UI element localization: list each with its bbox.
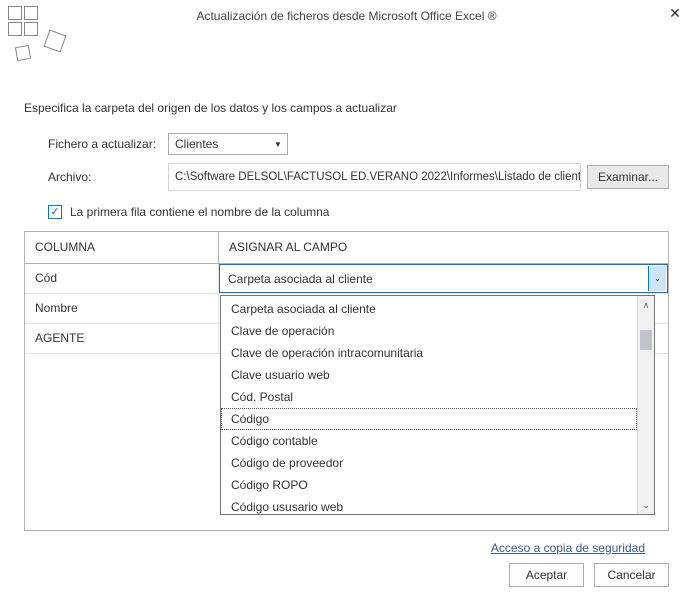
close-icon: ✕ bbox=[669, 5, 681, 22]
grid-header: COLUMNA ASIGNAR AL CAMPO bbox=[25, 232, 668, 264]
cell-asignar[interactable]: Carpeta asociada al cliente ⌄ bbox=[219, 264, 668, 293]
titlebar: Actualización de ficheros desde Microsof… bbox=[0, 0, 693, 32]
table-row[interactable]: Cód Carpeta asociada al cliente ⌄ bbox=[25, 264, 668, 294]
scroll-up-icon[interactable]: ʌ bbox=[638, 296, 654, 313]
file-to-update-value: Clientes bbox=[175, 137, 218, 151]
check-icon: ✓ bbox=[50, 207, 59, 218]
grid-header-asignar: ASIGNAR AL CAMPO bbox=[219, 232, 668, 263]
assign-field-dropdown[interactable]: Carpeta asociada al clienteClave de oper… bbox=[220, 295, 655, 515]
instruction-text: Especifica la carpeta del origen de los … bbox=[24, 101, 669, 115]
dropdown-option[interactable]: Clave de operación bbox=[221, 320, 637, 342]
combobox-dropdown-button[interactable]: ⌄ bbox=[648, 266, 666, 291]
scroll-down-icon[interactable]: ⌄ bbox=[638, 497, 654, 514]
window-title: Actualización de ficheros desde Microsof… bbox=[196, 9, 496, 23]
cell-columna: AGENTE bbox=[25, 324, 219, 353]
scroll-thumb[interactable] bbox=[640, 330, 652, 350]
archive-path-input[interactable]: C:\Software DELSOL\FACTUSOL ED.VERANO 20… bbox=[168, 163, 581, 191]
dropdown-option[interactable]: Código bbox=[221, 408, 637, 430]
cancel-button[interactable]: Cancelar bbox=[594, 563, 669, 587]
dropdown-list: Carpeta asociada al clienteClave de oper… bbox=[221, 296, 637, 514]
dropdown-option[interactable]: Clave de operación intracomunitaria bbox=[221, 342, 637, 364]
chevron-down-icon: ▼ bbox=[270, 135, 286, 153]
combobox-value: Carpeta asociada al cliente bbox=[228, 272, 373, 286]
first-row-checkbox[interactable]: ✓ bbox=[48, 205, 62, 219]
dropdown-option[interactable]: Código ROPO bbox=[221, 474, 637, 496]
mapping-grid: COLUMNA ASIGNAR AL CAMPO Cód Carpeta aso… bbox=[24, 231, 669, 531]
dialog-footer: Aceptar Cancelar bbox=[0, 563, 693, 599]
archive-path-value: C:\Software DELSOL\FACTUSOL ED.VERANO 20… bbox=[175, 171, 581, 183]
dropdown-option[interactable]: Cód. Postal bbox=[221, 386, 637, 408]
dropdown-option[interactable]: Clave usuario web bbox=[221, 364, 637, 386]
first-row-checkbox-label: La primera fila contiene el nombre de la… bbox=[70, 205, 329, 219]
close-button[interactable]: ✕ bbox=[665, 3, 685, 23]
chevron-down-icon: ⌄ bbox=[654, 274, 661, 283]
dropdown-option[interactable]: Código contable bbox=[221, 430, 637, 452]
dropdown-option[interactable]: Código de proveedor bbox=[221, 452, 637, 474]
assign-field-combobox[interactable]: Carpeta asociada al cliente ⌄ bbox=[219, 264, 668, 293]
file-to-update-select[interactable]: Clientes ▼ bbox=[168, 133, 288, 155]
grid-header-columna: COLUMNA bbox=[25, 232, 219, 263]
file-to-update-label: Fichero a actualizar: bbox=[48, 137, 168, 151]
dropdown-scrollbar[interactable]: ʌ ⌄ bbox=[637, 296, 654, 514]
app-logo bbox=[4, 4, 84, 64]
dropdown-option[interactable]: Carpeta asociada al cliente bbox=[221, 298, 637, 320]
cell-columna: Nombre bbox=[25, 294, 219, 323]
accept-button[interactable]: Aceptar bbox=[509, 563, 584, 587]
dropdown-option[interactable]: Código ususario web bbox=[221, 496, 637, 514]
cell-columna: Cód bbox=[25, 264, 219, 293]
browse-button[interactable]: Examinar... bbox=[587, 165, 669, 189]
backup-link[interactable]: Acceso a copia de seguridad bbox=[491, 541, 645, 555]
archive-label: Archivo: bbox=[48, 170, 168, 184]
